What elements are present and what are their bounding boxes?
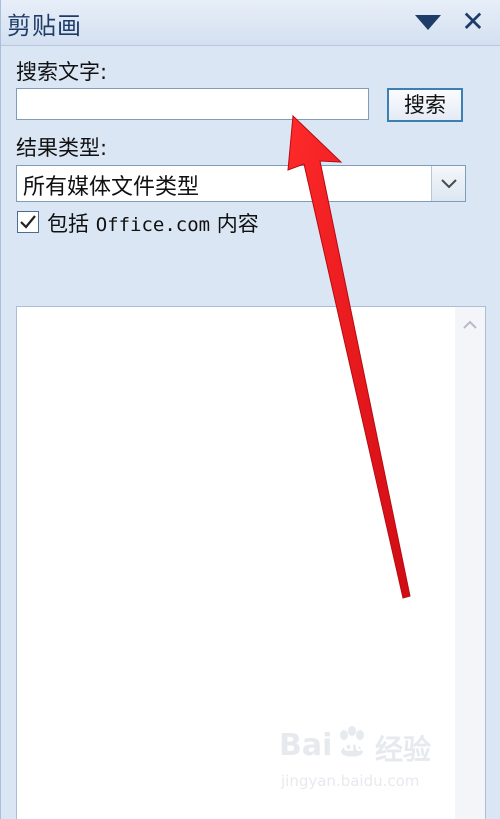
watermark-brand-right: du [343, 736, 366, 755]
checkmark-icon [20, 215, 36, 229]
scroll-up-icon[interactable] [460, 317, 480, 333]
chevron-down-icon [441, 179, 457, 189]
include-office-domain: Office.com [95, 214, 211, 236]
results-type-label: 结果类型: [16, 136, 108, 160]
include-office-label: 包括 Office.com 内容 [47, 208, 259, 238]
clip-art-pane: 剪贴画 ✕ 搜索文字: 搜索 结果类型: 所有媒体文件类型 包括 Office.… [0, 0, 500, 819]
pane-title: 剪贴画 [7, 12, 82, 40]
results-type-dropdown-button[interactable] [431, 166, 465, 201]
watermark-brand-cn: 经验 [375, 733, 432, 766]
search-button[interactable]: 搜索 [387, 88, 463, 122]
watermark-brand-left: Bai [279, 728, 333, 763]
include-office-prefix: 包括 [47, 212, 96, 236]
dropdown-triangle-icon[interactable] [415, 15, 441, 30]
results-scrollbar[interactable] [455, 307, 485, 819]
pane-titlebar: 剪贴画 ✕ [1, 0, 500, 46]
search-text-label: 搜索文字: [16, 60, 108, 84]
watermark-url: jingyan.baidu.com [281, 772, 420, 790]
close-icon[interactable]: ✕ [459, 4, 487, 40]
baidu-watermark: Bai du 经验 jingyan.baidu.com [279, 724, 454, 804]
results-type-select[interactable]: 所有媒体文件类型 [16, 165, 466, 202]
include-office-suffix: 内容 [210, 212, 259, 236]
search-input[interactable] [16, 88, 369, 120]
include-office-checkbox[interactable] [17, 211, 39, 233]
results-type-value: 所有媒体文件类型 [23, 175, 200, 200]
